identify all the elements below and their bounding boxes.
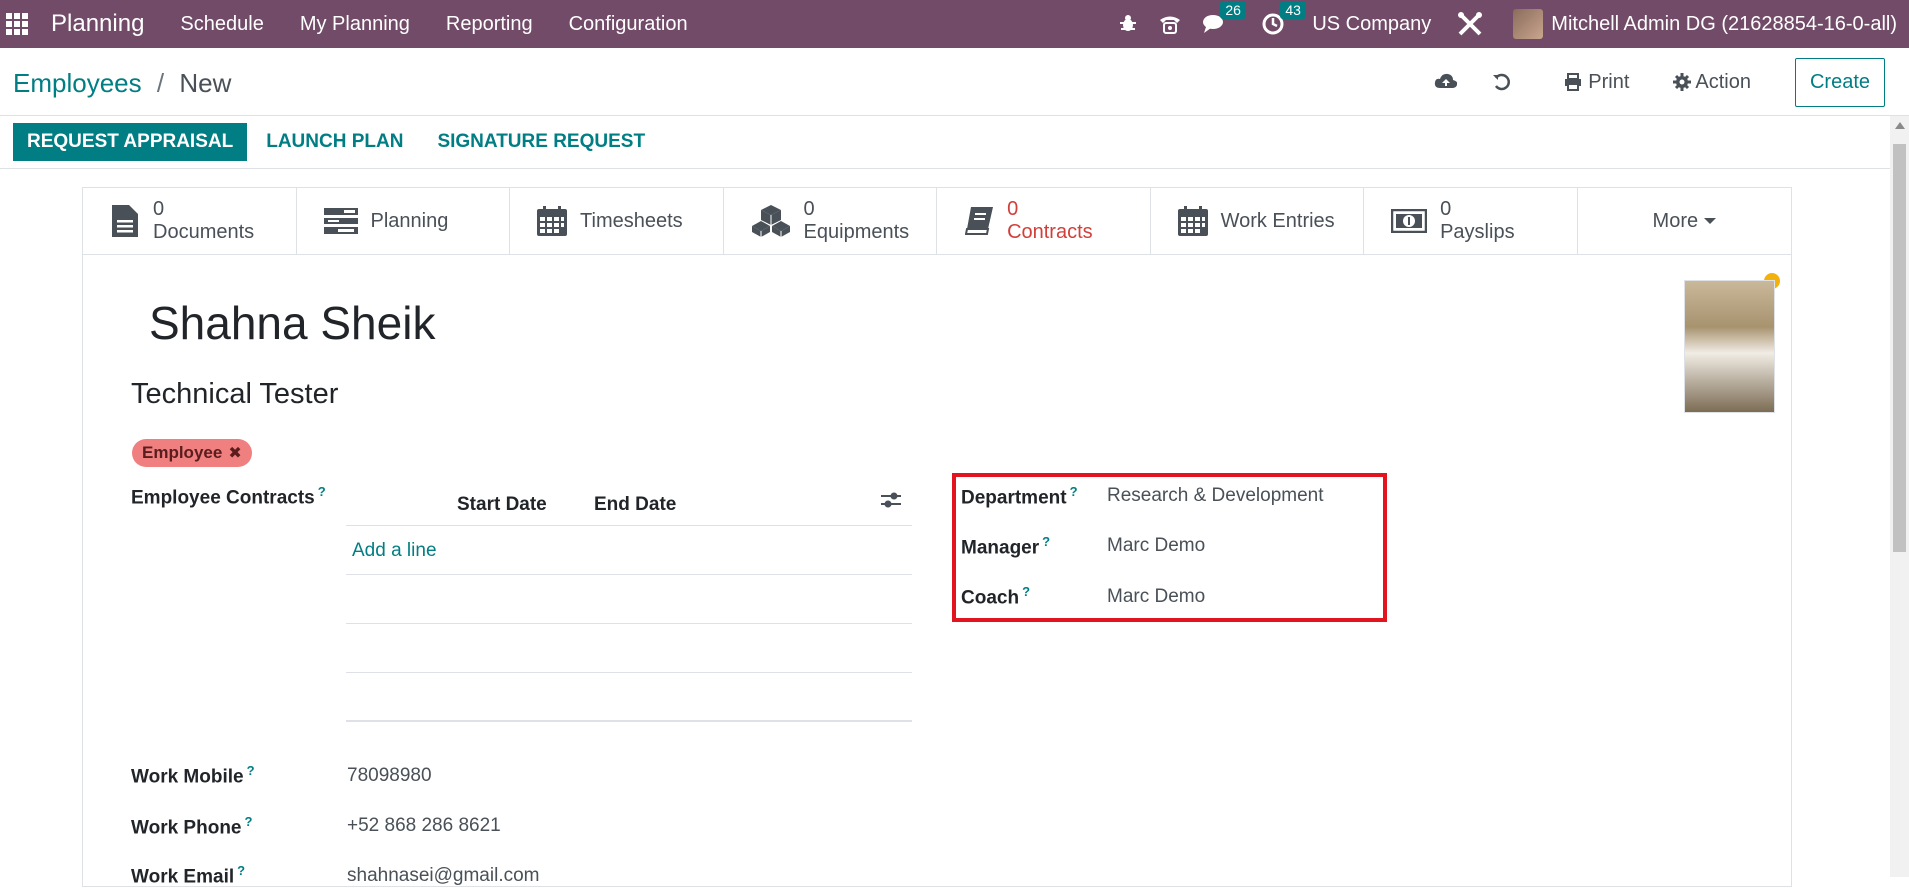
breadcrumb-separator: /	[156, 68, 165, 98]
more-smart-buttons-dropdown[interactable]: More	[1578, 188, 1791, 254]
timesheets-smart-button[interactable]: Timesheets	[510, 188, 724, 254]
work-email-field[interactable]: shahnasei@gmail.com	[347, 865, 540, 887]
contracts-table-header: Start Date End Date	[346, 476, 912, 526]
action-button[interactable]: Action	[1673, 71, 1751, 94]
remove-tag-icon[interactable]: ✖	[228, 443, 241, 463]
more-label: More	[1652, 209, 1699, 232]
help-tooltip-icon[interactable]: ?	[247, 763, 255, 778]
form-statusbar: REQUEST APPRAISAL LAUNCH PLAN SIGNATURE …	[0, 116, 1890, 169]
table-row	[346, 673, 912, 722]
activities-icon[interactable]: 43	[1262, 1, 1306, 35]
employee-tag: Employee ✖	[132, 439, 252, 467]
highlight-box	[952, 473, 1387, 622]
documents-count: 0	[153, 198, 165, 220]
table-row: Add a line	[346, 526, 912, 575]
column-end-date[interactable]: End Date	[594, 494, 676, 516]
work-phone-field[interactable]: +52 868 286 8621	[347, 815, 501, 837]
user-menu[interactable]: Mitchell Admin DG (21628854-16-0-all)	[1551, 13, 1897, 36]
save-cloud-icon[interactable]	[1434, 72, 1458, 92]
scroll-up-icon[interactable]	[1895, 122, 1905, 129]
contracts-label: Contracts	[1007, 221, 1093, 243]
equipments-count: 0	[803, 198, 815, 220]
menu-my-planning[interactable]: My Planning	[300, 13, 410, 36]
calendar-icon	[536, 205, 568, 237]
gear-icon	[1673, 73, 1692, 91]
job-title-field[interactable]: Technical Tester	[131, 378, 338, 411]
work-entries-smart-button[interactable]: Work Entries	[1151, 188, 1365, 254]
add-a-line-link[interactable]: Add a line	[352, 540, 437, 562]
request-appraisal-button[interactable]: REQUEST APPRAISAL	[13, 123, 248, 161]
phone-icon[interactable]	[1158, 13, 1182, 35]
discard-undo-icon[interactable]	[1492, 72, 1512, 92]
action-label: Action	[1695, 70, 1751, 93]
messages-icon[interactable]: 26	[1202, 1, 1246, 35]
table-row	[346, 575, 912, 624]
smart-buttons: 0 Documents Planning Timesheets 0 Equipmen…	[83, 188, 1791, 255]
table-row	[346, 624, 912, 673]
documents-label: Documents	[153, 221, 255, 243]
messages-badge: 26	[1220, 1, 1246, 19]
tasks-icon	[323, 205, 359, 237]
print-icon	[1565, 73, 1582, 91]
payslips-count: 0	[1440, 198, 1452, 220]
contracts-table: Start Date End Date Add a line	[346, 476, 912, 722]
work-entries-label: Work Entries	[1220, 209, 1335, 232]
print-button[interactable]: Print	[1564, 71, 1629, 94]
menu-reporting[interactable]: Reporting	[446, 13, 533, 36]
top-navbar: Planning Schedule My Planning Reporting …	[0, 0, 1909, 48]
money-bill-icon	[1390, 205, 1428, 237]
create-button[interactable]: Create	[1794, 57, 1885, 107]
settings-tools-icon[interactable]	[1457, 11, 1483, 37]
timesheets-label: Timesheets	[580, 209, 683, 232]
planning-label: Planning	[370, 209, 449, 232]
scrollbar-thumb[interactable]	[1893, 144, 1906, 552]
apps-menu-icon[interactable]	[6, 13, 28, 35]
equipments-smart-button[interactable]: 0 Equipments	[724, 188, 938, 254]
work-mobile-label: Work Mobile?	[131, 763, 255, 788]
menu-configuration[interactable]: Configuration	[569, 13, 688, 36]
employee-name-field[interactable]: Shahna Sheik	[149, 296, 435, 350]
payslips-label: Payslips	[1440, 221, 1515, 243]
planning-smart-button[interactable]: Planning	[297, 188, 511, 254]
calendar-icon	[1177, 205, 1209, 237]
optional-columns-icon[interactable]	[880, 491, 902, 514]
employee-contracts-label: Employee Contracts?	[131, 484, 326, 509]
work-phone-label: Work Phone?	[131, 814, 253, 839]
work-email-label: Work Email?	[131, 863, 246, 888]
contracts-smart-button[interactable]: 0 Contracts	[937, 188, 1151, 254]
activities-badge: 43	[1280, 1, 1306, 19]
signature-request-button[interactable]: SIGNATURE REQUEST	[423, 123, 659, 161]
payslips-smart-button[interactable]: 0 Payslips	[1364, 188, 1578, 254]
company-switcher[interactable]: US Company	[1312, 13, 1431, 36]
breadcrumb: Employees / New	[13, 68, 231, 99]
work-mobile-field[interactable]: 78098980	[347, 765, 432, 787]
print-label: Print	[1588, 70, 1630, 93]
launch-plan-button[interactable]: LAUNCH PLAN	[252, 123, 417, 161]
help-tooltip-icon[interactable]: ?	[245, 814, 253, 829]
book-icon	[963, 205, 995, 237]
form-sheet: 0 Documents Planning Timesheets 0 Equipmen…	[82, 187, 1792, 887]
caret-down-icon	[1704, 218, 1717, 224]
app-title[interactable]: Planning	[51, 10, 144, 38]
help-tooltip-icon[interactable]: ?	[237, 863, 245, 878]
document-icon	[109, 205, 141, 237]
bug-icon[interactable]	[1118, 14, 1138, 34]
cubes-icon	[750, 205, 792, 237]
employee-tag-label: Employee	[142, 443, 223, 462]
breadcrumb-current: New	[179, 68, 232, 98]
column-start-date[interactable]: Start Date	[457, 494, 547, 516]
control-panel: Employees / New Print Action Create	[0, 48, 1909, 116]
menu-schedule[interactable]: Schedule	[180, 13, 263, 36]
documents-smart-button[interactable]: 0 Documents	[83, 188, 297, 254]
page-scrollbar[interactable]	[1890, 116, 1909, 877]
help-tooltip-icon[interactable]: ?	[318, 484, 326, 499]
contracts-count: 0	[1007, 198, 1019, 220]
user-avatar[interactable]	[1513, 9, 1544, 39]
employee-photo[interactable]	[1684, 280, 1775, 413]
equipments-label: Equipments	[803, 221, 910, 243]
breadcrumb-employees[interactable]: Employees	[13, 68, 142, 98]
